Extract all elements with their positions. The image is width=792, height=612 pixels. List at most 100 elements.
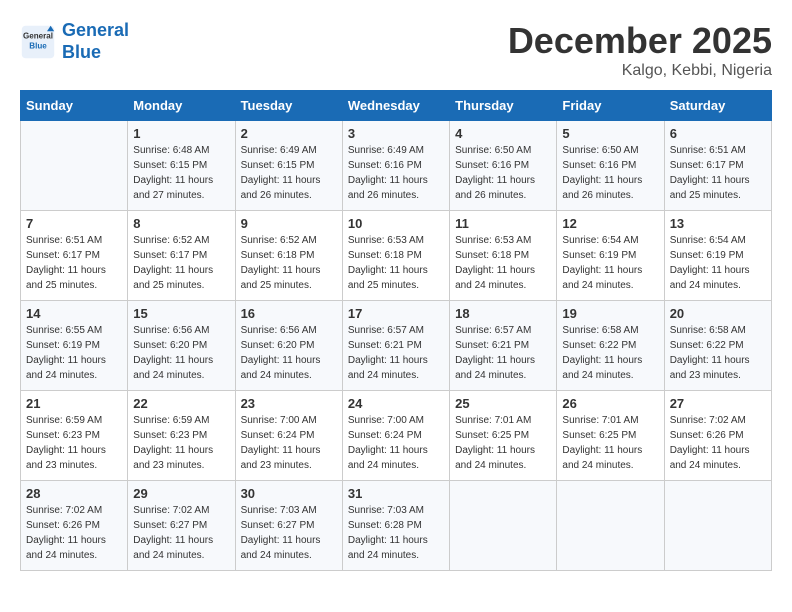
day-number: 8 — [133, 216, 229, 231]
calendar-cell: 17 Sunrise: 6:57 AM Sunset: 6:21 PM Dayli… — [342, 301, 449, 391]
day-of-week-header: Sunday — [21, 91, 128, 121]
day-number: 5 — [562, 126, 658, 141]
cell-info: Sunrise: 6:51 AM Sunset: 6:17 PM Dayligh… — [26, 233, 122, 293]
day-number: 26 — [562, 396, 658, 411]
day-number: 4 — [455, 126, 551, 141]
cell-info: Sunrise: 6:50 AM Sunset: 6:16 PM Dayligh… — [562, 143, 658, 203]
cell-info: Sunrise: 7:01 AM Sunset: 6:25 PM Dayligh… — [562, 413, 658, 473]
calendar-cell: 5 Sunrise: 6:50 AM Sunset: 6:16 PM Daylig… — [557, 121, 664, 211]
day-number: 3 — [348, 126, 444, 141]
day-number: 9 — [241, 216, 337, 231]
cell-info: Sunrise: 6:59 AM Sunset: 6:23 PM Dayligh… — [26, 413, 122, 473]
cell-info: Sunrise: 7:03 AM Sunset: 6:27 PM Dayligh… — [241, 503, 337, 563]
cell-info: Sunrise: 6:49 AM Sunset: 6:15 PM Dayligh… — [241, 143, 337, 203]
cell-info: Sunrise: 6:58 AM Sunset: 6:22 PM Dayligh… — [562, 323, 658, 383]
day-number: 6 — [670, 126, 766, 141]
cell-info: Sunrise: 6:57 AM Sunset: 6:21 PM Dayligh… — [348, 323, 444, 383]
day-number: 14 — [26, 306, 122, 321]
calendar-cell — [21, 121, 128, 211]
cell-info: Sunrise: 6:55 AM Sunset: 6:19 PM Dayligh… — [26, 323, 122, 383]
calendar-cell: 20Sunrise: 6:58 AM Sunset: 6:22 PM Dayli… — [664, 301, 771, 391]
cell-info: Sunrise: 6:58 AM Sunset: 6:22 PM Dayligh… — [670, 323, 766, 383]
cell-info: Sunrise: 6:56 AM Sunset: 6:20 PM Dayligh… — [241, 323, 337, 383]
page-header: General Blue GeneralBlue December 2025 K… — [20, 20, 772, 80]
cell-info: Sunrise: 7:02 AM Sunset: 6:27 PM Dayligh… — [133, 503, 229, 563]
day-number: 21 — [26, 396, 122, 411]
cell-info: Sunrise: 6:52 AM Sunset: 6:17 PM Dayligh… — [133, 233, 229, 293]
cell-info: Sunrise: 7:00 AM Sunset: 6:24 PM Dayligh… — [241, 413, 337, 473]
calendar-cell — [664, 481, 771, 571]
day-number: 7 — [26, 216, 122, 231]
cell-info: Sunrise: 6:56 AM Sunset: 6:20 PM Dayligh… — [133, 323, 229, 383]
day-number: 29 — [133, 486, 229, 501]
cell-info: Sunrise: 6:57 AM Sunset: 6:21 PM Dayligh… — [455, 323, 551, 383]
cell-info: Sunrise: 7:03 AM Sunset: 6:28 PM Dayligh… — [348, 503, 444, 563]
cell-info: Sunrise: 6:52 AM Sunset: 6:18 PM Dayligh… — [241, 233, 337, 293]
day-of-week-header: Wednesday — [342, 91, 449, 121]
calendar-cell: 29 Sunrise: 7:02 AM Sunset: 6:27 PM Dayli… — [128, 481, 235, 571]
calendar-cell: 3 Sunrise: 6:49 AM Sunset: 6:16 PM Daylig… — [342, 121, 449, 211]
cell-info: Sunrise: 6:50 AM Sunset: 6:16 PM Dayligh… — [455, 143, 551, 203]
day-number: 25 — [455, 396, 551, 411]
day-number: 10 — [348, 216, 444, 231]
calendar-header-row: SundayMondayTuesdayWednesdayThursdayFrid… — [21, 91, 772, 121]
location: Kalgo, Kebbi, Nigeria — [508, 62, 772, 80]
day-number: 31 — [348, 486, 444, 501]
calendar-cell: 27 Sunrise: 7:02 AM Sunset: 6:26 PM Dayli… — [664, 391, 771, 481]
day-number: 28 — [26, 486, 122, 501]
title-block: December 2025 Kalgo, Kebbi, Nigeria — [508, 20, 772, 80]
day-number: 1 — [133, 126, 229, 141]
day-number: 24 — [348, 396, 444, 411]
day-of-week-header: Monday — [128, 91, 235, 121]
calendar-week-row: 14 Sunrise: 6:55 AM Sunset: 6:19 PM Dayli… — [21, 301, 772, 391]
calendar-cell: 11 Sunrise: 6:53 AM Sunset: 6:18 PM Dayli… — [450, 211, 557, 301]
day-number: 18 — [455, 306, 551, 321]
calendar-cell: 4 Sunrise: 6:50 AM Sunset: 6:16 PM Daylig… — [450, 121, 557, 211]
day-number: 27 — [670, 396, 766, 411]
calendar-cell: 13Sunrise: 6:54 AM Sunset: 6:19 PM Dayli… — [664, 211, 771, 301]
day-number: 16 — [241, 306, 337, 321]
cell-info: Sunrise: 7:02 AM Sunset: 6:26 PM Dayligh… — [26, 503, 122, 563]
calendar-cell — [450, 481, 557, 571]
day-number: 17 — [348, 306, 444, 321]
calendar-cell: 25Sunrise: 7:01 AM Sunset: 6:25 PM Dayli… — [450, 391, 557, 481]
cell-info: Sunrise: 7:02 AM Sunset: 6:26 PM Dayligh… — [670, 413, 766, 473]
calendar-cell: 21 Sunrise: 6:59 AM Sunset: 6:23 PM Dayli… — [21, 391, 128, 481]
calendar-cell: 12Sunrise: 6:54 AM Sunset: 6:19 PM Dayli… — [557, 211, 664, 301]
day-number: 2 — [241, 126, 337, 141]
calendar-cell: 24Sunrise: 7:00 AM Sunset: 6:24 PM Dayli… — [342, 391, 449, 481]
calendar-cell: 22Sunrise: 6:59 AM Sunset: 6:23 PM Dayli… — [128, 391, 235, 481]
calendar-week-row: 21 Sunrise: 6:59 AM Sunset: 6:23 PM Dayli… — [21, 391, 772, 481]
cell-info: Sunrise: 6:53 AM Sunset: 6:18 PM Dayligh… — [455, 233, 551, 293]
day-number: 12 — [562, 216, 658, 231]
svg-text:General: General — [23, 31, 53, 40]
calendar-table: SundayMondayTuesdayWednesdayThursdayFrid… — [20, 90, 772, 571]
cell-info: Sunrise: 6:59 AM Sunset: 6:23 PM Dayligh… — [133, 413, 229, 473]
calendar-cell: 14 Sunrise: 6:55 AM Sunset: 6:19 PM Dayli… — [21, 301, 128, 391]
calendar-cell: 19 Sunrise: 6:58 AM Sunset: 6:22 PM Dayli… — [557, 301, 664, 391]
calendar-cell: 23 Sunrise: 7:00 AM Sunset: 6:24 PM Dayli… — [235, 391, 342, 481]
cell-info: Sunrise: 6:51 AM Sunset: 6:17 PM Dayligh… — [670, 143, 766, 203]
month-title: December 2025 — [508, 20, 772, 62]
day-number: 30 — [241, 486, 337, 501]
day-number: 23 — [241, 396, 337, 411]
day-of-week-header: Saturday — [664, 91, 771, 121]
calendar-cell: 2 Sunrise: 6:49 AM Sunset: 6:15 PM Daylig… — [235, 121, 342, 211]
cell-info: Sunrise: 6:49 AM Sunset: 6:16 PM Dayligh… — [348, 143, 444, 203]
calendar-cell: 15Sunrise: 6:56 AM Sunset: 6:20 PM Dayli… — [128, 301, 235, 391]
day-number: 19 — [562, 306, 658, 321]
logo-text: GeneralBlue — [62, 20, 129, 63]
cell-info: Sunrise: 6:54 AM Sunset: 6:19 PM Dayligh… — [670, 233, 766, 293]
calendar-cell: 28 Sunrise: 7:02 AM Sunset: 6:26 PM Dayli… — [21, 481, 128, 571]
calendar-cell: 1 Sunrise: 6:48 AM Sunset: 6:15 PM Daylig… — [128, 121, 235, 211]
calendar-cell: 6 Sunrise: 6:51 AM Sunset: 6:17 PM Daylig… — [664, 121, 771, 211]
calendar-week-row: 28 Sunrise: 7:02 AM Sunset: 6:26 PM Dayli… — [21, 481, 772, 571]
logo: General Blue GeneralBlue — [20, 20, 129, 63]
calendar-cell: 8 Sunrise: 6:52 AM Sunset: 6:17 PM Daylig… — [128, 211, 235, 301]
calendar-cell: 9 Sunrise: 6:52 AM Sunset: 6:18 PM Daylig… — [235, 211, 342, 301]
cell-info: Sunrise: 6:53 AM Sunset: 6:18 PM Dayligh… — [348, 233, 444, 293]
day-number: 11 — [455, 216, 551, 231]
calendar-cell: 26 Sunrise: 7:01 AM Sunset: 6:25 PM Dayli… — [557, 391, 664, 481]
cell-info: Sunrise: 6:48 AM Sunset: 6:15 PM Dayligh… — [133, 143, 229, 203]
day-of-week-header: Friday — [557, 91, 664, 121]
